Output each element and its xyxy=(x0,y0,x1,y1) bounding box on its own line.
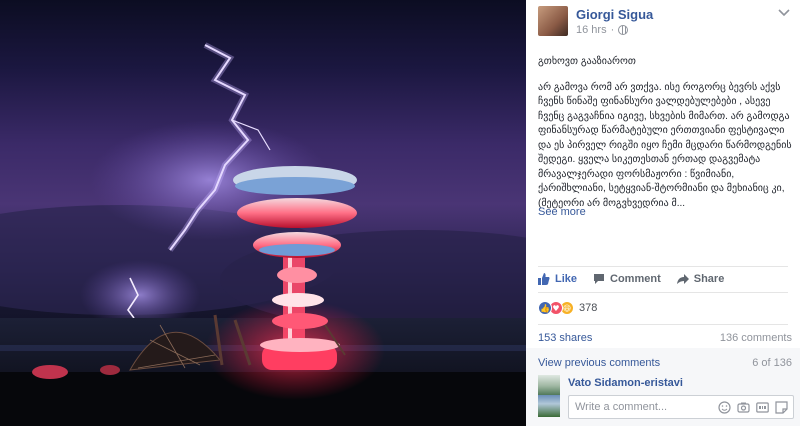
comments-section: View previous comments 6 of 136 Vato Sid… xyxy=(526,348,800,426)
commenter-name[interactable]: Vato Sidamon-eristavi xyxy=(568,377,683,389)
thumbs-up-icon xyxy=(538,273,550,285)
author-avatar[interactable] xyxy=(538,6,568,36)
comment-icon xyxy=(594,274,605,284)
comment-button[interactable]: Comment xyxy=(593,273,661,285)
sticker-icon[interactable] xyxy=(775,401,788,414)
gif-icon[interactable] xyxy=(756,401,769,414)
comment-input-icons xyxy=(718,401,788,414)
post-stats: 153 shares 136 comments xyxy=(538,332,792,344)
current-user-avatar xyxy=(538,395,560,417)
dot-separator: · xyxy=(610,24,615,36)
emoji-icon[interactable] xyxy=(718,401,731,414)
post-title: გთხოვთ გააზიაროთ xyxy=(538,56,636,67)
share-icon xyxy=(676,274,689,284)
like-reaction-icon: 👍 xyxy=(538,301,552,315)
divider xyxy=(538,266,788,267)
post-text: გთხოვთ გააზიაროთ არ გამოვა რომ არ ვთქვა.… xyxy=(538,55,794,211)
like-button[interactable]: Like xyxy=(538,273,577,285)
like-label: Like xyxy=(555,273,578,285)
share-button[interactable]: Share xyxy=(676,273,725,285)
author-name[interactable]: Giorgi Sigua xyxy=(576,7,653,22)
chevron-down-icon[interactable] xyxy=(778,8,790,18)
post-panel: Giorgi Sigua 16 hrs · გთხოვთ გააზიაროთ ა… xyxy=(526,0,800,426)
storm-tower-scene xyxy=(0,42,526,426)
previous-comments-row: View previous comments 6 of 136 xyxy=(538,357,792,369)
post-time[interactable]: 16 hrs xyxy=(576,24,607,36)
comment-label: Comment xyxy=(610,273,661,285)
post-meta: 16 hrs · xyxy=(576,24,629,36)
see-more-link[interactable]: See more xyxy=(538,206,586,218)
post-actions: Like Comment Share xyxy=(538,273,788,285)
divider xyxy=(538,292,788,293)
commenter-avatar[interactable] xyxy=(538,375,560,397)
camera-icon[interactable] xyxy=(737,401,750,414)
comments-counter: 6 of 136 xyxy=(752,357,792,369)
divider xyxy=(538,324,788,325)
comments-count[interactable]: 136 comments xyxy=(720,332,792,344)
globe-icon[interactable] xyxy=(618,25,629,35)
post-body: არ გამოვა რომ არ ვთქვა. ისე როგორც ბევრს… xyxy=(538,81,792,209)
reactions-count: 378 xyxy=(579,302,598,314)
shares-count[interactable]: 153 shares xyxy=(538,332,592,344)
reactions-summary[interactable]: 👍 ♥ 😆 378 xyxy=(538,301,597,315)
share-label: Share xyxy=(693,273,725,285)
view-previous-comments-link[interactable]: View previous comments xyxy=(538,357,660,369)
post-photo[interactable] xyxy=(0,0,526,426)
